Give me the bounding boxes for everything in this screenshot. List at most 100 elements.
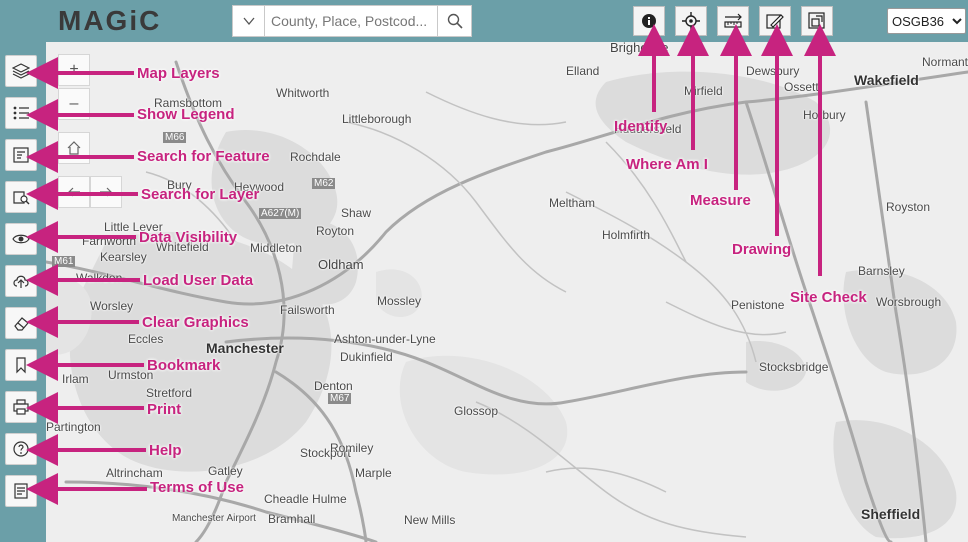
callout-search-feature: Search for Feature <box>137 148 270 165</box>
zoom-out-button[interactable]: – <box>58 88 90 120</box>
place-label: Oldham <box>318 257 364 272</box>
callout-load-user-data: Load User Data <box>143 272 254 289</box>
search-button[interactable] <box>437 6 471 36</box>
place-label: Eccles <box>128 332 164 346</box>
callout-data-visibility: Data Visibility <box>139 229 238 246</box>
road-label: M61 <box>52 256 76 267</box>
place-label: Penistone <box>731 298 785 312</box>
place-label: Holmfirth <box>602 228 651 242</box>
callout-help: Help <box>149 442 182 459</box>
place-label: Cheadle Hulme <box>264 492 347 506</box>
show-legend-button[interactable] <box>5 97 37 129</box>
bookmark-button[interactable] <box>5 349 37 381</box>
next-extent-button[interactable] <box>90 176 122 208</box>
home-icon <box>67 141 81 155</box>
app-logo: MAGiC <box>58 5 162 36</box>
callout-identify: Identify <box>614 118 668 135</box>
place-label: Altrincham <box>106 466 163 480</box>
zoom-in-button[interactable]: + <box>58 54 90 86</box>
map-layers-button[interactable] <box>5 55 37 87</box>
callout-site-check: Site Check <box>790 289 867 306</box>
place-label: Shaw <box>341 206 372 220</box>
site-check-icon <box>808 12 825 29</box>
callout-search-layer: Search for Layer <box>141 186 260 203</box>
load-user-data-button[interactable] <box>5 265 37 297</box>
place-label: Littleborough <box>342 112 412 126</box>
feature-search-icon <box>13 147 29 163</box>
place-label: Gatley <box>208 464 243 478</box>
place-label: Barnsley <box>858 264 905 278</box>
where-am-i-button[interactable] <box>675 6 707 36</box>
place-label: Mossley <box>377 294 422 308</box>
help-button[interactable] <box>5 433 37 465</box>
identify-button[interactable] <box>633 6 665 36</box>
callout-show-legend: Show Legend <box>137 106 235 123</box>
place-label: Partington <box>46 420 101 434</box>
place-label: Worsbrough <box>876 295 942 309</box>
terms-of-use-button[interactable] <box>5 475 37 507</box>
search-input[interactable] <box>265 6 439 36</box>
place-label: Wakefield <box>854 72 919 88</box>
info-icon <box>642 14 656 28</box>
place-label: Manchester <box>206 340 284 356</box>
callout-clear-graphics: Clear Graphics <box>142 314 249 331</box>
ruler-icon <box>724 13 742 28</box>
place-label: Meltham <box>549 196 596 210</box>
place-label: Normanton <box>922 55 968 69</box>
callout-measure: Measure <box>690 192 751 209</box>
road-label: M67 <box>328 393 352 404</box>
search-for-feature-button[interactable] <box>5 139 37 171</box>
help-icon <box>13 441 29 457</box>
previous-extent-button[interactable] <box>58 176 90 208</box>
callout-bookmark: Bookmark <box>147 357 221 374</box>
search-type-dropdown[interactable] <box>233 6 265 36</box>
data-visibility-button[interactable] <box>5 223 37 255</box>
callout-terms: Terms of Use <box>150 479 244 496</box>
drawing-button[interactable] <box>759 6 791 36</box>
place-label: Dewsbury <box>746 64 800 78</box>
upload-icon <box>13 275 29 288</box>
pencil-icon <box>766 14 784 29</box>
place-label: Horbury <box>803 108 846 122</box>
home-extent-button[interactable] <box>58 132 90 164</box>
measure-button[interactable] <box>717 6 749 36</box>
place-label: Walkden <box>76 271 123 285</box>
list-icon <box>13 106 29 120</box>
place-label: New Mills <box>404 513 456 527</box>
place-label: Ashton-under-Lyne <box>334 332 436 346</box>
place-label: Denton <box>314 379 353 393</box>
place-label: Kearsley <box>100 250 147 264</box>
coordinate-system-select[interactable]: OSGB36 <box>887 8 966 34</box>
place-label: Farnworth <box>82 234 137 248</box>
place-label: Brighouse <box>610 42 669 55</box>
callout-drawing: Drawing <box>732 241 792 258</box>
print-button[interactable] <box>5 391 37 423</box>
road-label: M62 <box>312 178 336 189</box>
document-icon <box>14 483 28 499</box>
clear-graphics-button[interactable] <box>5 307 37 339</box>
road-label: M66 <box>163 132 187 143</box>
site-check-button[interactable] <box>801 6 833 36</box>
search-for-layer-button[interactable] <box>5 181 37 213</box>
place-label: Elland <box>566 64 600 78</box>
place-label: Royton <box>316 224 355 238</box>
eraser-icon <box>14 317 29 331</box>
place-label: Whitworth <box>276 86 330 100</box>
place-label: Royston <box>886 200 931 214</box>
place-label: Mirfield <box>684 84 723 98</box>
layer-search-icon <box>13 191 30 205</box>
place-label: Stretford <box>146 386 193 400</box>
place-label: Dukinfield <box>340 350 393 364</box>
callout-where-am-i: Where Am I <box>626 156 708 173</box>
arrow-right-icon <box>100 187 112 197</box>
road-label: A627(M) <box>259 208 302 219</box>
chevron-down-icon <box>243 17 254 25</box>
callout-map-layers: Map Layers <box>137 65 220 82</box>
search-box <box>232 5 472 37</box>
printer-icon <box>13 399 29 415</box>
place-label: Rochdale <box>290 150 341 164</box>
place-label: Sheffield <box>861 506 921 522</box>
sidebar <box>0 42 46 542</box>
place-label: Worsley <box>90 299 134 313</box>
crosshair-icon <box>682 12 700 30</box>
